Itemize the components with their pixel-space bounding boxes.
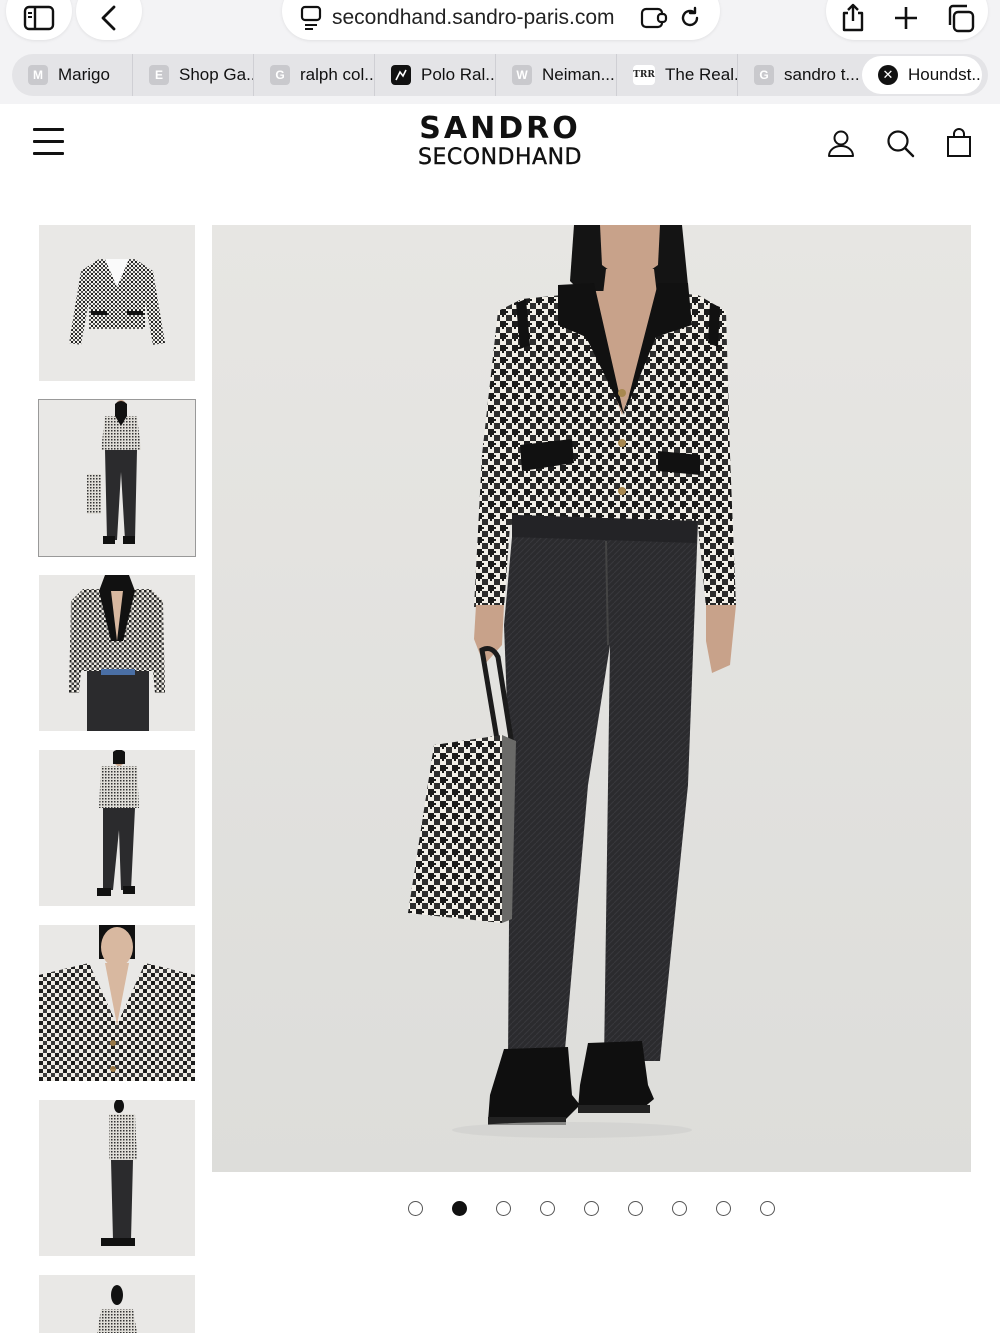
thumbnail-full-look[interactable] (38, 399, 196, 557)
tab-houndst[interactable]: ✕ Houndst... (862, 56, 982, 94)
carousel-dot-7[interactable] (672, 1201, 687, 1216)
thumbnail-full-look-2[interactable] (39, 750, 195, 906)
share-icon[interactable] (839, 3, 867, 33)
tab-label: Neiman... (542, 65, 615, 84)
reload-icon[interactable] (678, 6, 702, 30)
thumbnail-closeup-front[interactable] (39, 575, 195, 731)
tab-sandro-t[interactable]: G sandro t... (738, 54, 859, 96)
new-tab-icon[interactable] (893, 5, 919, 31)
tab-label: Houndst... (908, 65, 982, 84)
carousel-dot-4[interactable] (540, 1201, 555, 1216)
tab-shop-ga[interactable]: E Shop Ga... (133, 54, 254, 96)
tab-label: sandro t... (784, 65, 859, 84)
browser-chrome: secondhand.sandro-paris.com M Marigo E S… (0, 0, 1000, 104)
bag-icon[interactable] (944, 128, 974, 158)
favicon-trr: TRR (633, 65, 655, 85)
thumbnail-back-view[interactable] (39, 1275, 195, 1333)
thumbnail-side-view[interactable] (39, 1100, 195, 1256)
browser-actions (826, 0, 988, 40)
tab-label: Marigo (58, 65, 110, 84)
account-icon[interactable] (826, 128, 856, 158)
tab-neiman[interactable]: W Neiman... (496, 54, 617, 96)
close-tab-icon[interactable]: ✕ (878, 65, 898, 85)
tabs-overview-icon[interactable] (945, 3, 975, 33)
sidebar-icon (23, 5, 55, 31)
favicon-w: W (512, 65, 532, 85)
tab-ralph-col[interactable]: G ralph col... (254, 54, 375, 96)
thumbnail-neckline-closeup[interactable] (39, 925, 195, 1081)
carousel-dots (0, 1199, 1000, 1219)
favicon-m: M (28, 65, 48, 85)
search-icon[interactable] (885, 128, 915, 158)
carousel-dot-2[interactable] (452, 1201, 467, 1216)
site-header: SANDRO SECONDHAND (0, 104, 1000, 188)
carousel-dot-9[interactable] (760, 1201, 775, 1216)
thumbnail-jacket-flat[interactable] (39, 225, 195, 381)
tab-label: Polo Ral... (421, 65, 496, 84)
back-icon (101, 5, 116, 31)
address-bar[interactable]: secondhand.sandro-paris.com (282, 0, 720, 40)
tab-label: Shop Ga... (179, 65, 254, 84)
tab-bar: M Marigo E Shop Ga... G ralph col... Pol… (12, 54, 988, 96)
favicon-g: G (270, 65, 290, 85)
sidebar-button[interactable] (6, 0, 72, 40)
reader-icon (300, 5, 322, 30)
extensions-icon[interactable] (640, 6, 668, 30)
polo-logo-icon (391, 65, 411, 85)
carousel-dot-1[interactable] (408, 1201, 423, 1216)
carousel-dot-8[interactable] (716, 1201, 731, 1216)
back-button[interactable] (76, 0, 142, 40)
carousel-dot-5[interactable] (584, 1201, 599, 1216)
tab-the-real[interactable]: TRR The Real... (617, 54, 738, 96)
url-text: secondhand.sandro-paris.com (332, 6, 615, 29)
tab-label: The Real... (665, 65, 738, 84)
tab-marigo[interactable]: M Marigo (12, 54, 133, 96)
tab-label: ralph col... (300, 65, 375, 84)
favicon-e: E (149, 65, 169, 85)
carousel-dot-6[interactable] (628, 1201, 643, 1216)
tab-polo-ral[interactable]: Polo Ral... (375, 54, 496, 96)
main-product-image[interactable] (212, 225, 971, 1172)
carousel-dot-3[interactable] (496, 1201, 511, 1216)
favicon-g: G (754, 65, 774, 85)
